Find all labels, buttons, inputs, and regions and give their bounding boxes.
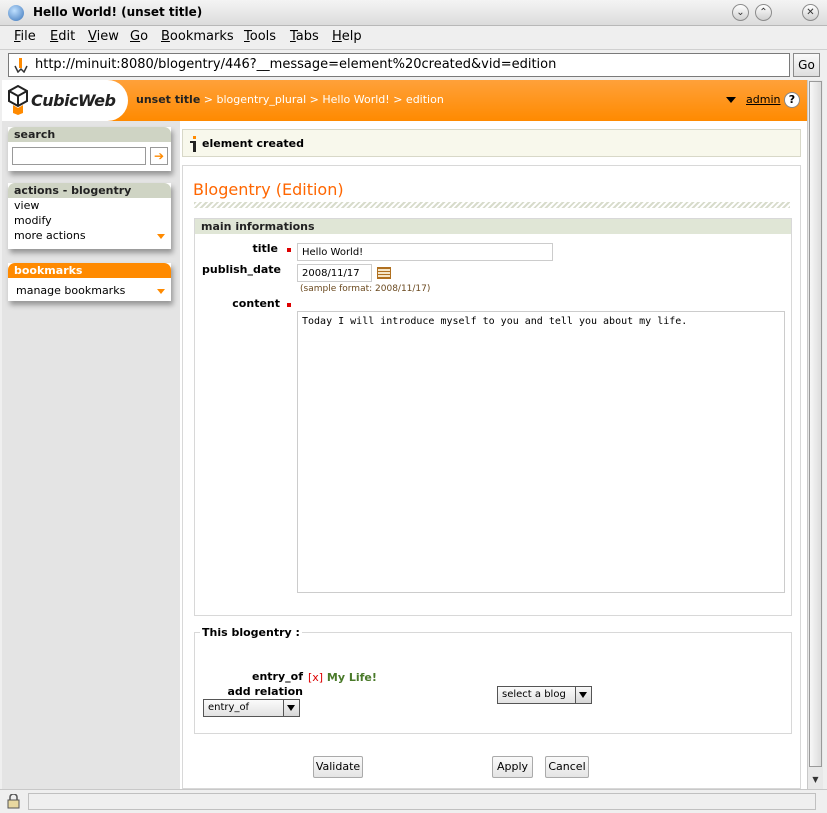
menu-tabs[interactable]: Tabs (290, 29, 319, 44)
menu-go[interactable]: Go (130, 29, 148, 44)
menu-file[interactable]: File (14, 29, 36, 44)
target-blog-value: select a blog (502, 689, 566, 700)
relation-type-select[interactable]: entry_of (203, 699, 300, 717)
apply-button[interactable]: Apply (492, 756, 533, 778)
cubicweb-logo[interactable]: CubicWeb (2, 80, 128, 121)
window-title: Hello World! (unset title) (33, 5, 203, 19)
date-format-hint: (sample format: 2008/11/17) (300, 284, 431, 294)
status-bar (0, 789, 827, 813)
menu-tools[interactable]: Tools (244, 29, 276, 44)
dropdown-arrow-icon (157, 289, 165, 294)
page-viewport: CubicWeb unset title > blogentry_plural … (2, 80, 807, 789)
publish-date-label: publish_date (201, 263, 281, 276)
browser-app-icon (8, 5, 24, 21)
dropdown-arrow-icon (157, 234, 165, 239)
content-textarea[interactable]: Today I will introduce myself to you and… (297, 311, 785, 593)
relation-type-value: entry_of (208, 702, 250, 713)
left-sidebar: search ➔ actions - blogentry view modify… (2, 121, 180, 789)
breadcrumb: unset title > blogentry_plural > Hello W… (136, 93, 444, 106)
menu-help[interactable]: Help (332, 29, 362, 44)
add-relation-label: add relation (227, 685, 304, 698)
vertical-scrollbar[interactable]: ▼ (807, 80, 823, 789)
chevron-down-icon (283, 700, 299, 716)
scrollbar-thumb[interactable] (809, 81, 822, 767)
calendar-icon[interactable] (377, 267, 391, 279)
page-title: Blogentry (Edition) (193, 180, 344, 199)
status-message: element created (182, 129, 801, 157)
site-header: CubicWeb unset title > blogentry_plural … (2, 80, 807, 121)
relations-section: This blogentry : entry_of [x] My Life! a… (194, 626, 792, 734)
breadcrumb-separator: > (203, 93, 213, 106)
maximize-icon[interactable]: ⌃ (755, 4, 772, 21)
logo-text: CubicWeb (31, 91, 116, 110)
search-box: search ➔ (8, 127, 171, 171)
title-label: title (252, 242, 278, 255)
breadcrumb-root[interactable]: unset title (136, 93, 200, 106)
site-icon (14, 58, 28, 73)
chevron-down-icon (575, 687, 591, 703)
entry-of-label: entry_of (252, 670, 303, 683)
breadcrumb-separator: > (309, 93, 319, 106)
action-modify[interactable]: modify (8, 213, 171, 228)
main-content: Blogentry (Edition) main informations ti… (182, 165, 801, 789)
scroll-down-icon[interactable]: ▼ (809, 773, 822, 787)
remove-relation-button[interactable]: [x] (308, 671, 323, 684)
arrow-right-icon[interactable]: ➔ (150, 147, 168, 165)
minimize-icon[interactable]: ⌄ (732, 4, 749, 21)
action-view[interactable]: view (8, 198, 171, 213)
required-marker (287, 303, 291, 307)
entry-of-link[interactable]: My Life! (327, 671, 377, 684)
user-menu-link[interactable]: admin (746, 93, 780, 106)
manage-bookmarks-label: manage bookmarks (16, 284, 126, 297)
chevron-down-icon[interactable] (726, 97, 736, 103)
actions-box: actions - blogentry view modify more act… (8, 183, 171, 249)
menubar: File Edit View Go Bookmarks Tools Tabs H… (0, 26, 827, 48)
help-icon[interactable]: ? (784, 92, 800, 108)
title-divider (194, 202, 790, 208)
menu-edit[interactable]: Edit (50, 29, 75, 44)
section-title: main informations (195, 219, 791, 234)
more-actions-label: more actions (14, 229, 86, 242)
breadcrumb-separator: > (393, 93, 403, 106)
info-icon (190, 136, 196, 152)
url-input[interactable]: http://minuit:8080/blogentry/446?__messa… (8, 53, 790, 77)
menu-bookmarks[interactable]: Bookmarks (161, 29, 234, 44)
action-more-actions[interactable]: more actions (8, 228, 171, 243)
bookmarks-box-title: bookmarks (8, 263, 171, 278)
search-input[interactable] (12, 147, 146, 165)
go-button[interactable]: Go (793, 53, 820, 77)
target-blog-select[interactable]: select a blog (497, 686, 592, 704)
close-icon[interactable]: ✕ (802, 4, 819, 21)
publish-date-input[interactable]: 2008/11/17 (297, 264, 372, 282)
status-message-text: element created (202, 137, 304, 150)
location-bar: http://minuit:8080/blogentry/446?__messa… (0, 49, 827, 79)
window-titlebar: Hello World! (unset title) ⌄ ⌃ ✕ (0, 0, 827, 26)
main-informations-section: main informations title Hello World! pub… (194, 218, 792, 616)
entry-of-value: [x] My Life! (308, 670, 377, 684)
manage-bookmarks-item[interactable]: manage bookmarks (8, 283, 171, 298)
url-text: http://minuit:8080/blogentry/446?__messa… (35, 57, 557, 72)
bookmarks-box: bookmarks manage bookmarks (8, 263, 171, 301)
content-label: content (232, 297, 280, 310)
breadcrumb-entry[interactable]: Hello World! (322, 93, 389, 106)
breadcrumb-blogentry-plural[interactable]: blogentry_plural (217, 93, 307, 106)
validate-button[interactable]: Validate (313, 756, 363, 778)
relations-legend: This blogentry : (200, 626, 302, 639)
status-text (28, 793, 816, 810)
required-marker (287, 248, 291, 252)
cancel-button[interactable]: Cancel (545, 756, 589, 778)
lock-icon (7, 794, 20, 809)
title-input[interactable]: Hello World! (297, 243, 553, 261)
menu-view[interactable]: View (88, 29, 119, 44)
search-box-title: search (8, 127, 171, 142)
cube-logo-icon (8, 85, 28, 115)
breadcrumb-view: edition (405, 93, 444, 106)
actions-box-title: actions - blogentry (8, 183, 171, 198)
